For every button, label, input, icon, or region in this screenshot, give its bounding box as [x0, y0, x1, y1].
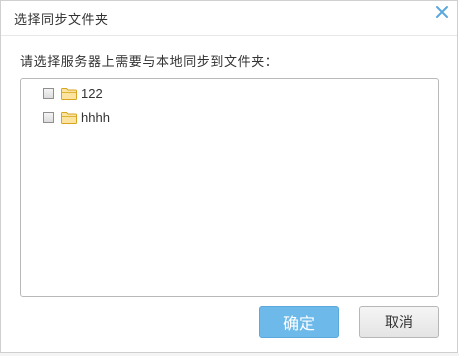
tree-item-hhhh[interactable]: hhhh	[43, 109, 110, 125]
title-bar: 选择同步文件夹	[1, 1, 457, 35]
close-icon	[436, 6, 448, 18]
folder-label: 122	[81, 85, 103, 101]
sync-folder-dialog: 选择同步文件夹 请选择服务器上需要与本地同步到文件夹： 122 hhhh 确定 …	[0, 0, 458, 353]
folder-icon	[61, 87, 77, 100]
folder-checkbox[interactable]	[43, 87, 54, 99]
dialog-title: 选择同步文件夹	[14, 13, 109, 28]
tree-item-122[interactable]: 122	[43, 85, 103, 101]
folder-label: hhhh	[81, 109, 110, 125]
confirm-button[interactable]: 确定	[259, 306, 339, 338]
title-divider	[1, 35, 457, 36]
folder-checkbox[interactable]	[43, 111, 54, 123]
folder-tree[interactable]: 122 hhhh	[20, 78, 439, 297]
close-button[interactable]	[433, 3, 451, 21]
folder-icon	[61, 111, 77, 124]
instruction-text: 请选择服务器上需要与本地同步到文件夹：	[20, 55, 279, 70]
cancel-button[interactable]: 取消	[359, 306, 439, 338]
